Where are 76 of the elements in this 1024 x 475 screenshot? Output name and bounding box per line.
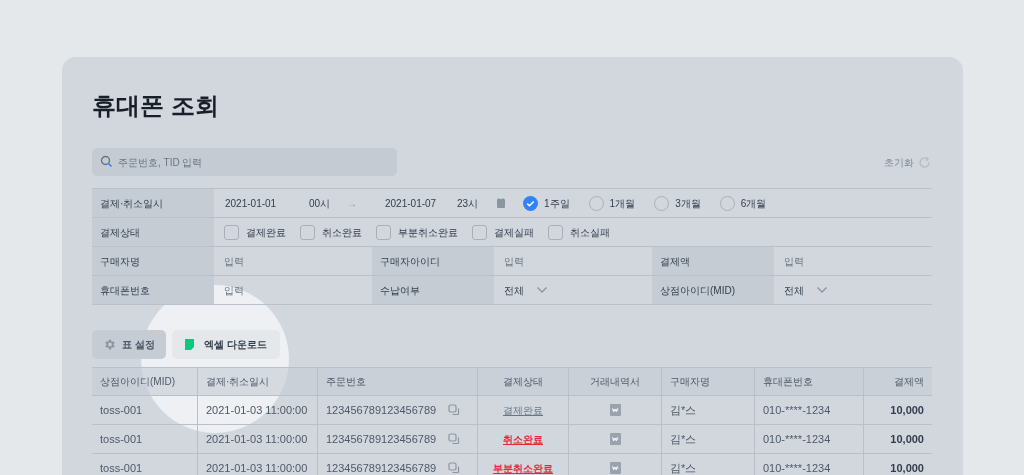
search-field[interactable]: 주문번호, TID 입력 bbox=[92, 148, 397, 176]
receipt-icon[interactable] bbox=[609, 433, 621, 445]
table-cell: 010-****-1234 bbox=[755, 396, 864, 424]
filter-label: 결제액 bbox=[652, 247, 774, 275]
table-cell-text: 123456789123456789 bbox=[326, 460, 437, 475]
period-radio[interactable]: 6개월 bbox=[719, 195, 767, 211]
checkbox bbox=[224, 224, 239, 240]
status-checkbox[interactable]: 부분취소완료 bbox=[376, 224, 458, 240]
excel-download-button[interactable]: 엑셀 다운로드 bbox=[171, 330, 280, 359]
status-checkbox[interactable]: 취소실패 bbox=[548, 224, 610, 240]
period-radio[interactable]: 1주일 bbox=[523, 195, 570, 211]
start-date[interactable]: 2021-01-01 bbox=[225, 195, 309, 211]
filter-input[interactable]: 입력 bbox=[784, 251, 844, 271]
table-cell: toss-001 bbox=[92, 454, 198, 475]
filter-label: 휴대폰번호 bbox=[92, 276, 214, 304]
checkbox bbox=[300, 224, 315, 240]
receipt-icon[interactable] bbox=[609, 462, 621, 474]
filter-label: 구매자명 bbox=[92, 247, 214, 275]
page-title: 휴대폰 조회 bbox=[92, 91, 220, 121]
checkbox bbox=[376, 224, 391, 240]
column-header: 결제액 bbox=[893, 375, 925, 389]
filter-label: 구매자아이디 bbox=[372, 247, 494, 275]
column-header: 주문번호 bbox=[318, 368, 478, 395]
filter-input[interactable]: 입력 bbox=[224, 251, 284, 271]
table-cell: 김*스 bbox=[662, 454, 755, 475]
start-hour[interactable]: 00시 bbox=[309, 195, 347, 211]
table-cell-text: 10,000 bbox=[889, 431, 925, 447]
table-cell-text: 123456789123456789 bbox=[326, 402, 437, 418]
column-header: 휴대폰번호 bbox=[755, 368, 864, 395]
copy-icon[interactable] bbox=[448, 433, 461, 445]
chevron-down-icon bbox=[536, 286, 548, 294]
column-header: 구매자명 bbox=[662, 368, 755, 395]
filter-select[interactable]: 전체 bbox=[774, 276, 828, 304]
period-radio[interactable]: 3개월 bbox=[654, 195, 701, 211]
settings-icon bbox=[103, 338, 116, 351]
status-checkbox[interactable]: 결제실패 bbox=[472, 224, 534, 240]
table-cell: 김*스 bbox=[662, 425, 755, 453]
filter-select[interactable]: 전체 bbox=[494, 276, 548, 304]
table-cell: toss-001 bbox=[92, 425, 198, 453]
checkbox bbox=[472, 224, 487, 240]
column-header: 결제상태 bbox=[478, 368, 569, 395]
table-cell: 2021-01-03 11:00:00 bbox=[198, 396, 318, 424]
receipt-icon[interactable] bbox=[609, 404, 621, 416]
copy-icon[interactable] bbox=[448, 404, 461, 416]
column-header: 거래내역서 bbox=[569, 368, 662, 395]
table-cell: toss-001 bbox=[92, 396, 198, 424]
table-settings-button[interactable]: 표 설정 bbox=[92, 330, 166, 359]
table-cell: 2021-01-03 11:00:00 bbox=[198, 454, 318, 475]
refresh-icon bbox=[918, 155, 931, 169]
column-header: 결제·취소일시 bbox=[198, 368, 318, 395]
checkbox bbox=[548, 224, 563, 240]
table-cell-text: 10,000 bbox=[889, 402, 925, 418]
filter-label: 결제상태 bbox=[92, 218, 214, 246]
filter-label: 수납여부 bbox=[372, 276, 494, 304]
status-checkbox[interactable]: 취소완료 bbox=[300, 224, 362, 240]
filter-label: 상점아이디(MID) bbox=[652, 276, 774, 304]
table-cell-text: 10,000 bbox=[889, 460, 925, 475]
table-cell: 김*스 bbox=[662, 396, 755, 424]
copy-icon[interactable] bbox=[448, 462, 461, 474]
status-checkbox[interactable]: 결제완료 bbox=[224, 224, 286, 240]
date-arrow: → bbox=[347, 196, 358, 211]
chevron-down-icon bbox=[816, 286, 828, 294]
radio-checked-icon bbox=[523, 195, 538, 211]
filter-label: 결제·취소일시 bbox=[92, 189, 214, 217]
table-cell: 010-****-1234 bbox=[755, 454, 864, 475]
spreadsheet-icon bbox=[184, 339, 194, 350]
period-radio[interactable]: 1개월 bbox=[588, 195, 636, 211]
end-hour[interactable]: 23시 bbox=[457, 195, 497, 211]
table-cell-text: 123456789123456789 bbox=[326, 431, 437, 447]
table-cell: 010-****-1234 bbox=[755, 425, 864, 453]
end-date[interactable]: 2021-01-07 bbox=[385, 195, 457, 211]
table-cell: 2021-01-03 11:00:00 bbox=[198, 425, 318, 453]
column-header: 상점아이디(MID) bbox=[92, 368, 198, 395]
filter-input[interactable]: 입력 bbox=[224, 280, 284, 300]
filter-input[interactable]: 입력 bbox=[504, 251, 564, 271]
calendar-icon[interactable] bbox=[497, 198, 505, 208]
